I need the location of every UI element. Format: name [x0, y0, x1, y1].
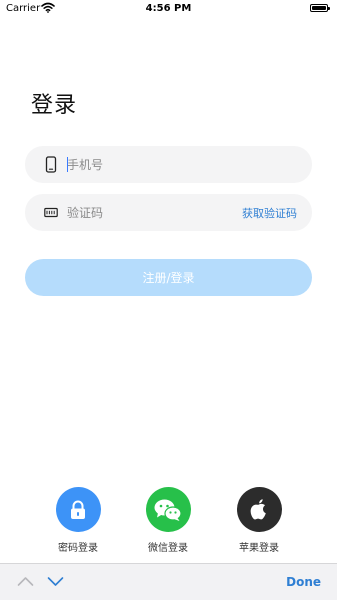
password-login-label: 密码登录: [58, 543, 98, 554]
keyboard-toolbar: Done: [0, 563, 337, 600]
get-code-button[interactable]: 获取验证码: [242, 205, 297, 221]
password-login-option[interactable]: 密码登录: [43, 487, 113, 554]
apple-login-option[interactable]: 苹果登录: [224, 487, 294, 554]
text-cursor: [67, 157, 68, 172]
register-login-button[interactable]: 注册/登录: [25, 259, 312, 296]
chevron-down-icon[interactable]: [47, 576, 64, 588]
keyboard-icon: [44, 207, 58, 218]
apple-login-label: 苹果登录: [239, 543, 279, 554]
wechat-icon: [154, 499, 182, 521]
done-button[interactable]: Done: [286, 575, 321, 589]
apple-login-button[interactable]: [236, 487, 282, 532]
apple-icon: [250, 498, 266, 519]
chevron-up-icon[interactable]: [17, 575, 34, 587]
phone-field[interactable]: [25, 146, 312, 183]
code-input[interactable]: [67, 194, 237, 231]
code-field[interactable]: 获取验证码: [25, 194, 312, 231]
lock-icon: [71, 500, 85, 519]
wechat-login-option[interactable]: 微信登录: [133, 487, 203, 554]
phone-icon: [45, 156, 57, 173]
password-login-button[interactable]: [55, 487, 101, 532]
phone-input[interactable]: [67, 146, 237, 183]
wechat-login-label: 微信登录: [148, 543, 188, 554]
login-screen: Carrier 4:56 PM 登录 获取验证码 注册/登录: [0, 0, 337, 600]
clock: 4:56 PM: [145, 3, 192, 14]
wechat-login-button[interactable]: [145, 487, 191, 532]
battery-icon: [310, 4, 330, 12]
status-bar: Carrier 4:56 PM: [0, 0, 337, 18]
page-title: 登录: [31, 93, 78, 118]
